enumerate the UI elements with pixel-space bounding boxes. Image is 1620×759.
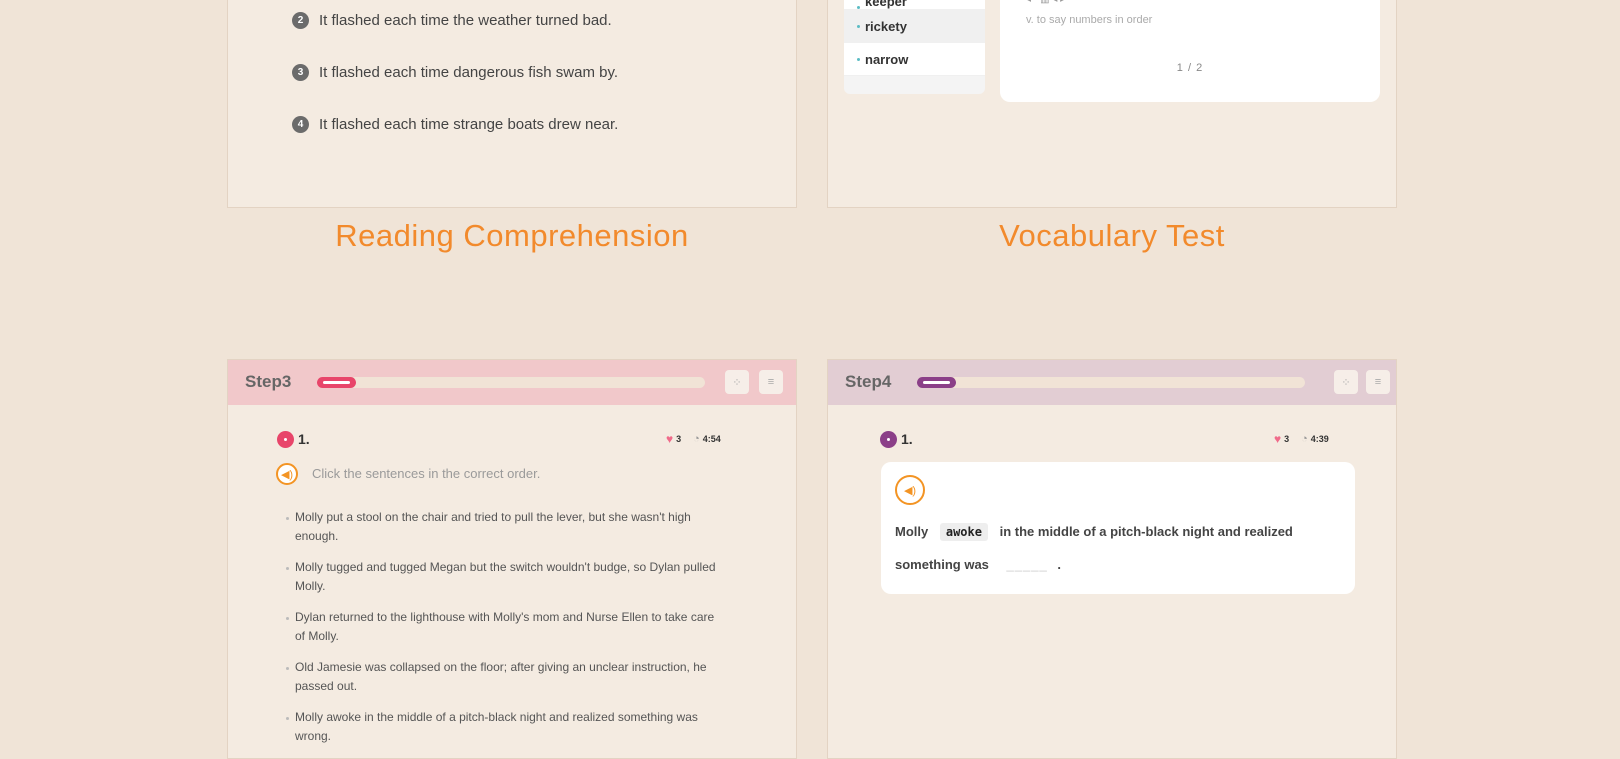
sentence-item[interactable]: Dylan returned to the lighthouse with Mo… [286,608,716,646]
sentence-line2-text: something was [895,557,989,572]
progress-fill [317,377,356,388]
vocabulary-test-caption: Vocabulary Test [999,218,1225,253]
list-view-button[interactable]: ≡ [759,370,783,394]
sentence-line-2: something was _____ . [895,557,1061,572]
phonetic-icons: ◂ ▫ ▥ ◂ ▸ [1026,0,1065,5]
heart-icon: ♥ [1274,432,1282,446]
sentence-text: Molly put a stool on the chair and tried… [295,510,691,543]
vocab-word: keeper [865,0,907,9]
chosen-word-chip[interactable]: awoke [939,523,988,541]
sentence-list: Molly put a stool on the chair and tried… [286,508,716,758]
option-text: It flashed each time dangerous fish swam… [319,64,619,81]
option-text: It flashed each time the weather turned … [319,12,612,29]
step-label: Step3 [245,372,292,391]
grid-view-button[interactable]: ⁘ [725,370,749,394]
sentence-text: Old Jamesie was collapsed on the floor; … [295,660,707,693]
question-badge-icon [880,431,897,448]
progress-fill [917,377,956,388]
vocab-pager: 1 / 2 [1176,62,1204,74]
question-stats: ♥ 3 ◔ 4:39 [1274,432,1329,446]
step3-panel: Step3 ⁘ ≡ 1. ♥ 3 ◔ 4:54 ◀) Click the sen… [227,359,797,759]
step4-header: Step4 ⁘ ≡ [828,360,1396,405]
heart-icon: ♥ [666,432,674,446]
grid-icon: ⁘ [732,376,742,389]
progress-track [317,377,705,388]
option-text: It flashed each time strange boats drew … [319,116,619,133]
option-number-badge: 4 [292,116,309,133]
instruction-text: Click the sentences in the correct order… [312,466,541,481]
reading-comprehension-panel: 2 It flashed each time the weather turne… [227,0,797,208]
sentence-line-1: Molly awoke in the middle of a pitch-bla… [895,523,1293,541]
timer-icon: ◔ [693,433,700,445]
word-bullet [857,6,860,9]
question-badge-icon [277,431,294,448]
speaker-icon[interactable]: ◀) [895,475,925,505]
timer-value: 4:54 [702,434,721,444]
sentence-item[interactable]: Molly tugged and tugged Megan but the sw… [286,558,716,596]
list-view-button[interactable]: ≡ [1366,370,1390,394]
vocab-word: narrow [865,51,909,67]
option-number-badge: 3 [292,64,309,81]
vocab-word-item[interactable]: narrow [844,43,985,76]
step4-panel: Step4 ⁘ ≡ 1. ♥ 3 ◔ 4:39 ◀) Molly awoke i… [827,359,1397,759]
vocab-word: rickety [865,18,907,34]
word-bullet [857,57,860,61]
grid-icon: ⁘ [1341,376,1351,389]
word-bullet [857,24,860,28]
answer-option-4[interactable]: 4 It flashed each time strange boats dre… [292,116,618,133]
sentence-item[interactable]: Old Jamesie was collapsed on the floor; … [286,658,716,696]
answer-option-3[interactable]: 3 It flashed each time dangerous fish sw… [292,64,618,81]
vocab-definition: v. to say numbers in order [1026,14,1153,26]
vocab-definition-card: ◂ ▫ ▥ ◂ ▸ v. to say numbers in order 1 /… [1000,0,1380,102]
sentence-end: . [1057,557,1061,572]
sentence-item[interactable]: Molly awoke in the middle of a pitch-bla… [286,708,716,746]
option-number-badge: 2 [292,12,309,29]
vocab-word-item-selected[interactable]: rickety [844,10,985,43]
sentence-text: Molly awoke in the middle of a pitch-bla… [295,710,698,743]
vocabulary-test-panel: keeper rickety narrow ◂ ▫ ▥ ◂ ▸ v. to sa… [827,0,1397,208]
grid-view-button[interactable]: ⁘ [1334,370,1358,394]
step-label: Step4 [845,372,892,391]
list-icon: ≡ [1374,376,1382,388]
fill-blank-card: ◀) Molly awoke in the middle of a pitch-… [881,462,1355,594]
sentence-text: Molly tugged and tugged Megan but the sw… [295,560,716,593]
hearts-count: 3 [676,434,682,444]
progress-track [917,377,1305,388]
question-stats: ♥ 3 ◔ 4:54 [666,432,721,446]
sentence-middle: in the middle of a pitch-black night and… [999,524,1293,539]
answer-blank[interactable]: _____ [1007,557,1048,572]
sentence-text: Dylan returned to the lighthouse with Mo… [295,610,715,643]
sentence-start: Molly [895,524,929,539]
vocab-word-list[interactable]: keeper rickety narrow [844,0,985,94]
hearts-count: 3 [1284,434,1290,444]
question-number: 1. [298,431,310,447]
speaker-icon[interactable]: ◀) [276,463,298,485]
timer-icon: ◔ [1301,433,1308,445]
answer-option-2[interactable]: 2 It flashed each time the weather turne… [292,12,612,29]
timer-value: 4:39 [1310,434,1329,444]
question-number: 1. [901,431,913,447]
step3-header: Step3 ⁘ ≡ [228,360,796,405]
list-icon: ≡ [767,376,775,388]
vocab-word-item[interactable]: keeper [844,0,985,10]
reading-comprehension-caption: Reading Comprehension [335,218,689,253]
sentence-item[interactable]: Molly put a stool on the chair and tried… [286,508,716,546]
